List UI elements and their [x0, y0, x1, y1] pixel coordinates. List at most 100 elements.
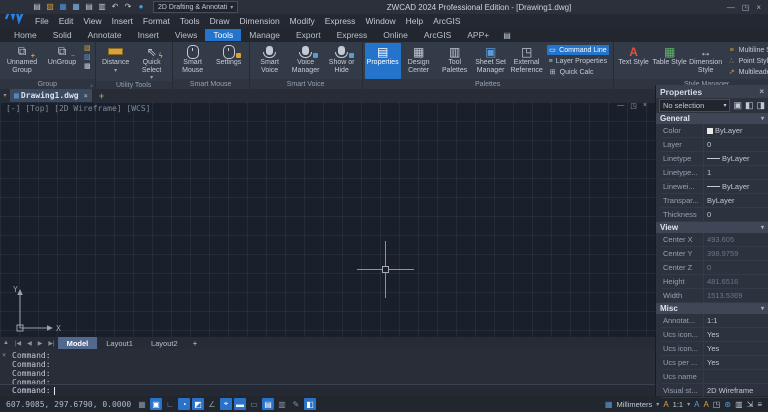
text-style-button[interactable]: A Text Style: [616, 43, 652, 79]
tab-model[interactable]: Model: [57, 337, 98, 349]
quick-select-icon[interactable]: ▣: [733, 100, 742, 111]
open-file-icon[interactable]: ▧: [45, 2, 55, 12]
new-file-icon[interactable]: ▤: [32, 2, 42, 12]
menu-insert[interactable]: Insert: [107, 16, 138, 26]
save-as-icon[interactable]: ▦: [71, 2, 81, 12]
drawing-tab[interactable]: ▦ Drawing1.dwg ×: [10, 89, 92, 102]
menu-arcgis[interactable]: ArcGIS: [428, 16, 465, 26]
fullscreen-icon[interactable]: ⇲: [747, 400, 754, 409]
polar-toggle-icon[interactable]: ◔: [178, 398, 190, 410]
properties-close-icon[interactable]: ×: [759, 87, 764, 96]
property-row-center-y[interactable]: Center Y 398.9759: [661, 247, 768, 261]
command-close-icon[interactable]: ×: [2, 351, 6, 359]
sheet-set-manager-button[interactable]: ▣ Sheet Set Manager: [473, 43, 509, 79]
section-misc[interactable]: Misc ▾: [656, 303, 768, 314]
maximize-button[interactable]: ◳: [742, 3, 750, 12]
isolate-objects-icon[interactable]: ◳: [713, 400, 721, 409]
group-manager-icon[interactable]: ▩: [84, 63, 91, 71]
property-value[interactable]: 0: [703, 208, 768, 221]
property-row-color[interactable]: Color ByLayer: [661, 124, 768, 138]
dimension-style-button[interactable]: ↔ Dimension Style: [688, 43, 724, 79]
new-tab-button[interactable]: +: [99, 91, 104, 101]
menu-modify[interactable]: Modify: [285, 16, 320, 26]
property-row-transparency[interactable]: Transpar... ByLayer: [661, 194, 768, 208]
layout-prev-icon[interactable]: ◀: [24, 340, 35, 347]
tab-express[interactable]: Express: [329, 29, 376, 41]
drawing-canvas[interactable]: [-] [Top] [2D Wireframe] [WCS] — ◳ × Y X: [0, 102, 655, 337]
ungroup-button[interactable]: ⧉ − UnGroup: [42, 43, 82, 79]
auto-annotation-icon[interactable]: A: [703, 400, 708, 409]
viewport-controls[interactable]: [-] [Top] [2D Wireframe] [WCS]: [6, 104, 151, 113]
menu-tools[interactable]: Tools: [175, 16, 205, 26]
toggle-pickadd-icon[interactable]: ◨: [756, 100, 765, 111]
units-dropdown[interactable]: Millimeters: [616, 400, 652, 409]
new-layout-button[interactable]: +: [187, 339, 204, 348]
clean-screen-icon[interactable]: ▥: [735, 400, 743, 409]
dialog-launcher-icon[interactable]: ⌟: [90, 81, 93, 88]
command-input[interactable]: Command:: [0, 384, 655, 396]
property-row-lineweight[interactable]: Linewei... ByLayer: [661, 180, 768, 194]
snap-toggle-icon[interactable]: ▣: [150, 398, 162, 410]
quick-select-button[interactable]: ⇖ ϟ Quick Select ▾: [134, 43, 170, 82]
design-center-button[interactable]: ▦ Design Center: [401, 43, 437, 79]
tab-arcgis[interactable]: ArcGIS: [416, 29, 459, 41]
tool-palettes-button[interactable]: ▥ Tool Palettes: [437, 43, 473, 79]
lineweight-toggle-icon[interactable]: ▬: [234, 398, 246, 410]
property-row-thickness[interactable]: Thickness 0: [661, 208, 768, 222]
esnap-toggle-icon[interactable]: ◩: [192, 398, 204, 410]
property-row-visual-style[interactable]: Visual st... 2D Wireframe: [661, 384, 768, 398]
ribbon-display-toggle-icon[interactable]: ▤: [503, 31, 511, 40]
menu-draw[interactable]: Draw: [205, 16, 235, 26]
plot-icon[interactable]: ▤: [84, 2, 94, 12]
tab-solid[interactable]: Solid: [45, 29, 80, 41]
menu-format[interactable]: Format: [138, 16, 175, 26]
section-general[interactable]: General ▾: [656, 113, 768, 124]
preview-icon[interactable]: ▥: [97, 2, 107, 12]
property-value[interactable]: 1: [703, 166, 768, 179]
layout-first-icon[interactable]: |◀: [12, 340, 24, 347]
quick-properties-toggle-icon[interactable]: ✎: [290, 398, 302, 410]
property-value[interactable]: Yes: [703, 356, 768, 369]
smart-voice-button[interactable]: Smart Voice: [252, 43, 288, 79]
tab-manage[interactable]: Manage: [241, 29, 288, 41]
etrack-toggle-icon[interactable]: ∠: [206, 398, 218, 410]
command-line-button[interactable]: ▭ Command Line: [546, 45, 609, 55]
group-edit-icon[interactable]: ▧: [84, 45, 91, 53]
property-value[interactable]: ByLayer: [703, 124, 768, 137]
doc-minimize-button[interactable]: —: [617, 102, 624, 110]
table-style-button[interactable]: ▦ Table Style: [652, 43, 688, 79]
save-icon[interactable]: ▦: [58, 2, 68, 12]
annotation-scale-dropdown[interactable]: 1:1: [673, 400, 683, 409]
tab-list-icon[interactable]: ▾: [0, 92, 10, 99]
properties-palette-button[interactable]: ▤ Properties: [364, 43, 401, 79]
property-row-linetype[interactable]: Linetype ByLayer: [661, 152, 768, 166]
point-style-button[interactable]: ∴ Point Style: [726, 56, 768, 66]
selection-filter-toggle-icon[interactable]: ◧: [304, 398, 316, 410]
property-row-ucs-name[interactable]: Ucs name: [661, 370, 768, 384]
tab-export[interactable]: Export: [288, 29, 329, 41]
tab-online[interactable]: Online: [375, 29, 416, 41]
minimize-button[interactable]: —: [727, 3, 735, 12]
grid-toggle-icon[interactable]: ▦: [136, 398, 148, 410]
ortho-toggle-icon[interactable]: ∟: [164, 398, 176, 410]
show-or-hide-button[interactable]: Show or Hide: [324, 43, 360, 79]
menu-file[interactable]: File: [30, 16, 54, 26]
tab-layout2[interactable]: Layout2: [142, 337, 187, 349]
menu-dimension[interactable]: Dimension: [235, 16, 285, 26]
redo-icon[interactable]: ↷: [123, 2, 133, 12]
property-value[interactable]: 0: [703, 138, 768, 151]
online-icon[interactable]: ●: [136, 2, 146, 12]
property-value[interactable]: [703, 370, 768, 383]
menu-express[interactable]: Express: [320, 16, 361, 26]
property-value[interactable]: 1:1: [703, 314, 768, 327]
layout-next-icon[interactable]: ▶: [35, 340, 46, 347]
distance-button[interactable]: Distance ▾: [98, 43, 134, 81]
menu-view[interactable]: View: [78, 16, 106, 26]
tab-close-icon[interactable]: ×: [84, 92, 88, 100]
customize-menu-icon[interactable]: ≡: [757, 400, 762, 409]
property-row-center-z[interactable]: Center Z 0: [661, 261, 768, 275]
property-row-ucs-icon-origin[interactable]: Ucs icon... Yes: [661, 342, 768, 356]
property-row-height[interactable]: Height 481.6516: [661, 275, 768, 289]
multileader-style-button[interactable]: ↗ Multileader Style: [726, 67, 768, 77]
close-button[interactable]: ×: [756, 3, 761, 12]
